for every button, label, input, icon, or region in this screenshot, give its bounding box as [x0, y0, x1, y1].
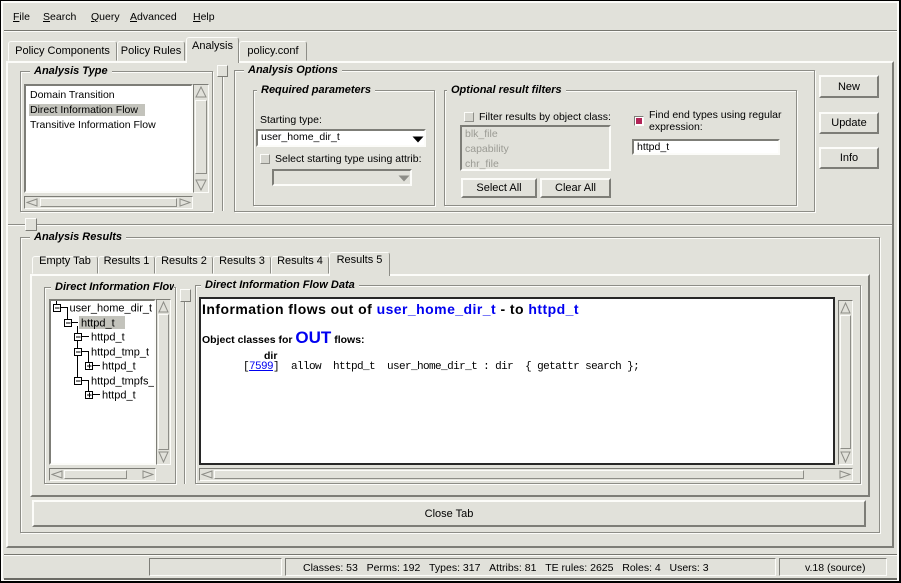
svg-text:user_home_dir_t: user_home_dir_t — [70, 303, 153, 315]
svg-text:httpd_tmpfs_: httpd_tmpfs_ — [91, 376, 154, 388]
svg-text:httpd_t: httpd_t — [102, 361, 136, 373]
svg-text:httpd_t: httpd_t — [102, 390, 136, 402]
svg-text:httpd_t: httpd_t — [91, 332, 125, 344]
svg-text:httpd_t: httpd_t — [81, 318, 115, 330]
svg-text:httpd_tmp_t: httpd_tmp_t — [91, 347, 149, 359]
